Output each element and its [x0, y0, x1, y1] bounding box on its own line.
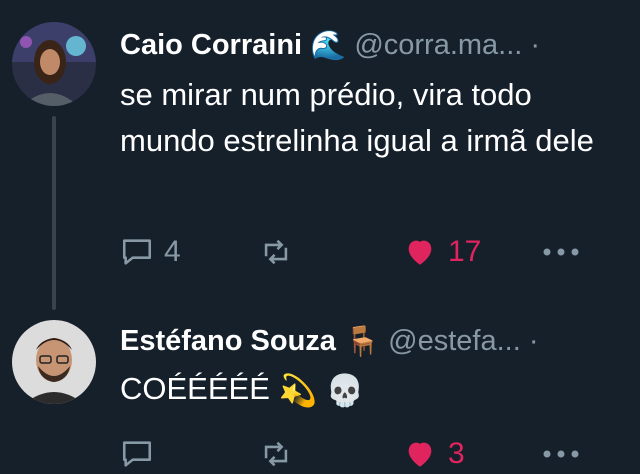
- avatar[interactable]: [12, 22, 96, 106]
- reply-button[interactable]: 4: [120, 232, 181, 272]
- author-name[interactable]: Caio Corraini: [120, 29, 302, 61]
- avatar-image: [12, 320, 96, 404]
- like-count: 3: [448, 437, 465, 470]
- avatar-image: [12, 22, 96, 106]
- more-icon: [543, 248, 579, 256]
- tweet-text: se mirar num prédio, vira todo mundo est…: [120, 77, 594, 158]
- more-button[interactable]: [540, 232, 582, 272]
- tweet-text: COÉÉÉÉÉ 💫 💀: [120, 366, 620, 414]
- heart-icon: [408, 240, 432, 265]
- tweet-header: Caio Corraini 🌊 @corra.ma... ·: [120, 28, 540, 63]
- avatar[interactable]: [12, 320, 96, 404]
- action-bar: 4 17: [120, 232, 620, 272]
- retweet-button[interactable]: [258, 434, 294, 474]
- wave-emoji: 🌊: [310, 30, 347, 63]
- tweet-2[interactable]: Estéfano Souza 🪑 @estefa... · COÉÉÉÉÉ 💫 …: [0, 310, 640, 470]
- like-button[interactable]: 3: [402, 434, 465, 474]
- reply-icon: [122, 441, 152, 467]
- like-count: 17: [448, 235, 482, 268]
- skull-emoji: 💀: [325, 372, 365, 408]
- like-button[interactable]: 17: [402, 232, 481, 272]
- reply-button[interactable]: [120, 434, 164, 474]
- tweet-1[interactable]: Caio Corraini 🌊 @corra.ma... · se mirar …: [0, 0, 640, 310]
- author-handle[interactable]: @corra.ma...: [354, 29, 522, 61]
- separator-dot: ·: [528, 325, 539, 357]
- action-bar: 3: [120, 434, 620, 474]
- reply-count: 4: [164, 235, 181, 268]
- separator-dot: ·: [530, 29, 541, 61]
- author-name[interactable]: Estéfano Souza: [120, 325, 336, 357]
- retweet-icon: [264, 441, 288, 467]
- heart-icon: [408, 442, 432, 467]
- author-handle[interactable]: @estefa...: [388, 325, 521, 357]
- dizzy-emoji: 💫: [278, 372, 318, 408]
- reply-icon: [122, 239, 152, 265]
- tweet-header: Estéfano Souza 🪑 @estefa... ·: [120, 324, 539, 359]
- retweet-icon: [264, 239, 288, 265]
- chair-emoji: 🪑: [344, 326, 381, 359]
- retweet-button[interactable]: [258, 232, 294, 272]
- more-icon: [543, 450, 579, 458]
- more-button[interactable]: [540, 434, 582, 474]
- tweet-text-content: COÉÉÉÉÉ: [120, 371, 270, 406]
